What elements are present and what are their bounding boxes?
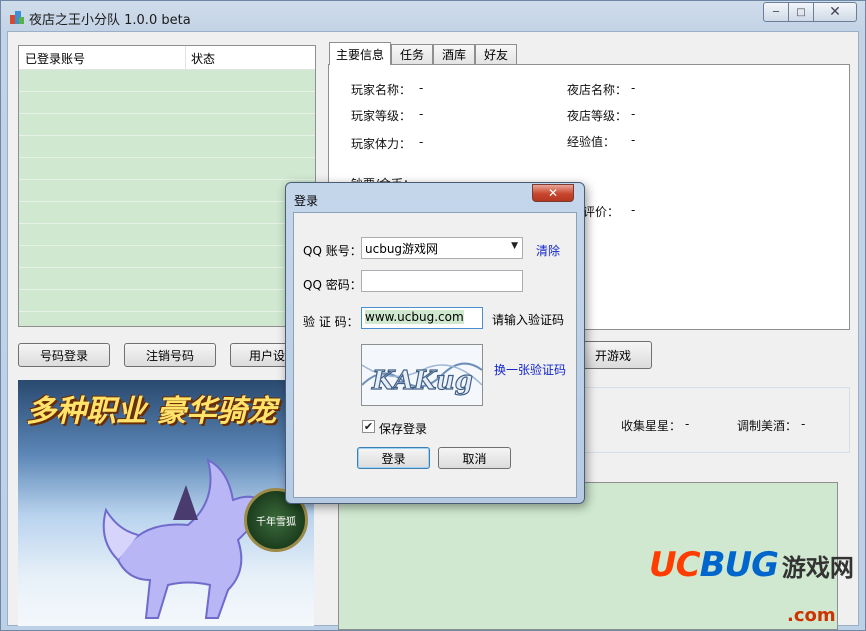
watermark-domain: .com xyxy=(787,605,836,626)
mix-wine-label: 调制美酒： xyxy=(737,419,798,433)
captcha-hint: 请输入验证码 xyxy=(492,313,565,327)
column-header-account[interactable]: 已登录账号 xyxy=(25,50,85,67)
login-button[interactable]: 登录 xyxy=(357,447,430,469)
player-stamina-value: - xyxy=(419,135,424,149)
rating-label: 评价： xyxy=(583,205,620,219)
tab-tasks[interactable]: 任务 xyxy=(391,44,433,64)
club-name-value: - xyxy=(631,81,636,95)
clear-link[interactable]: 清除 xyxy=(536,242,560,259)
app-icon xyxy=(10,11,24,24)
player-stamina-label: 玩家体力： xyxy=(351,137,412,151)
watermark-logo-uc: UC xyxy=(649,545,701,585)
qq-account-value: ucbug游戏网 xyxy=(365,242,439,256)
dialog-title: 登录 xyxy=(294,194,319,208)
promo-banner[interactable]: 多种职业 豪华骑宠 千年雪狐 xyxy=(18,380,314,626)
experience-label: 经验值： xyxy=(567,135,616,149)
qq-account-combobox[interactable]: ucbug游戏网 ▼ xyxy=(361,237,523,259)
cancel-button[interactable]: 取消 xyxy=(438,447,511,469)
player-level-value: - xyxy=(419,107,424,121)
minimize-button[interactable]: ─ xyxy=(763,2,789,22)
tab-friends[interactable]: 好友 xyxy=(475,44,517,64)
dialog-close-button[interactable]: ✕ xyxy=(532,184,574,202)
club-level-label: 夜店等级： xyxy=(567,109,628,123)
window-title: 夜店之王小分队 1.0.0 beta xyxy=(29,13,191,28)
column-header-status[interactable]: 状态 xyxy=(191,50,215,67)
player-name-value: - xyxy=(419,81,424,95)
list-header: 已登录账号 状态 xyxy=(19,46,315,70)
mix-wine-value: - xyxy=(801,417,806,431)
collect-stars-label: 收集星星： xyxy=(621,419,682,433)
list-rows[interactable] xyxy=(19,70,315,326)
club-level-value: - xyxy=(631,107,636,121)
ucbug-watermark: UCBUG 游戏网 xyxy=(649,545,854,585)
captcha-input[interactable]: www.ucbug.com xyxy=(361,307,483,329)
tab-main-info[interactable]: 主要信息 xyxy=(329,42,391,65)
watermark-logo-bug: BUG xyxy=(699,545,779,585)
captcha-image: KAKug xyxy=(361,344,483,406)
player-level-label: 玩家等级： xyxy=(351,109,412,123)
tab-wine-cellar[interactable]: 酒库 xyxy=(433,44,475,64)
account-list[interactable]: 已登录账号 状态 xyxy=(18,45,316,327)
dialog-body: QQ 账号： ucbug游戏网 ▼ 清除 QQ 密码： 验 证 码： www.u… xyxy=(293,212,577,498)
rating-value: - xyxy=(631,203,636,217)
save-login-label[interactable]: 保存登录 xyxy=(379,420,427,437)
experience-value: - xyxy=(631,133,636,147)
login-dialog: 登录 ✕ QQ 账号： ucbug游戏网 ▼ 清除 QQ 密码： 验 证 码： … xyxy=(285,182,585,504)
banner-headline: 多种职业 豪华骑宠 xyxy=(26,394,277,429)
logout-number-button[interactable]: 注销号码 xyxy=(124,343,216,367)
captcha-label: 验 证 码： xyxy=(303,315,359,329)
qq-account-label: QQ 账号： xyxy=(303,244,362,258)
club-name-label: 夜店名称： xyxy=(567,83,628,97)
qq-password-input[interactable] xyxy=(361,270,523,292)
maximize-button[interactable]: □ xyxy=(788,2,814,22)
watermark-logo: UCBUG xyxy=(649,545,779,585)
player-name-label: 玩家名称： xyxy=(351,83,412,97)
collect-stars-value: - xyxy=(685,417,690,431)
number-login-button[interactable]: 号码登录 xyxy=(18,343,110,367)
refresh-captcha-link[interactable]: 换一张验证码 xyxy=(494,361,566,378)
dropdown-arrow-icon[interactable]: ▼ xyxy=(511,241,518,251)
watermark-chinese: 游戏网 xyxy=(781,554,854,582)
column-divider[interactable] xyxy=(185,46,186,70)
captcha-input-value: www.ucbug.com xyxy=(365,310,464,324)
save-login-checkbox[interactable]: ✔ xyxy=(362,420,375,433)
title-bar[interactable]: 夜店之王小分队 1.0.0 beta ─ □ ✕ xyxy=(1,1,865,31)
qq-password-label: QQ 密码： xyxy=(303,278,362,292)
close-button[interactable]: ✕ xyxy=(813,2,857,22)
captcha-text: KAKug xyxy=(371,366,473,396)
